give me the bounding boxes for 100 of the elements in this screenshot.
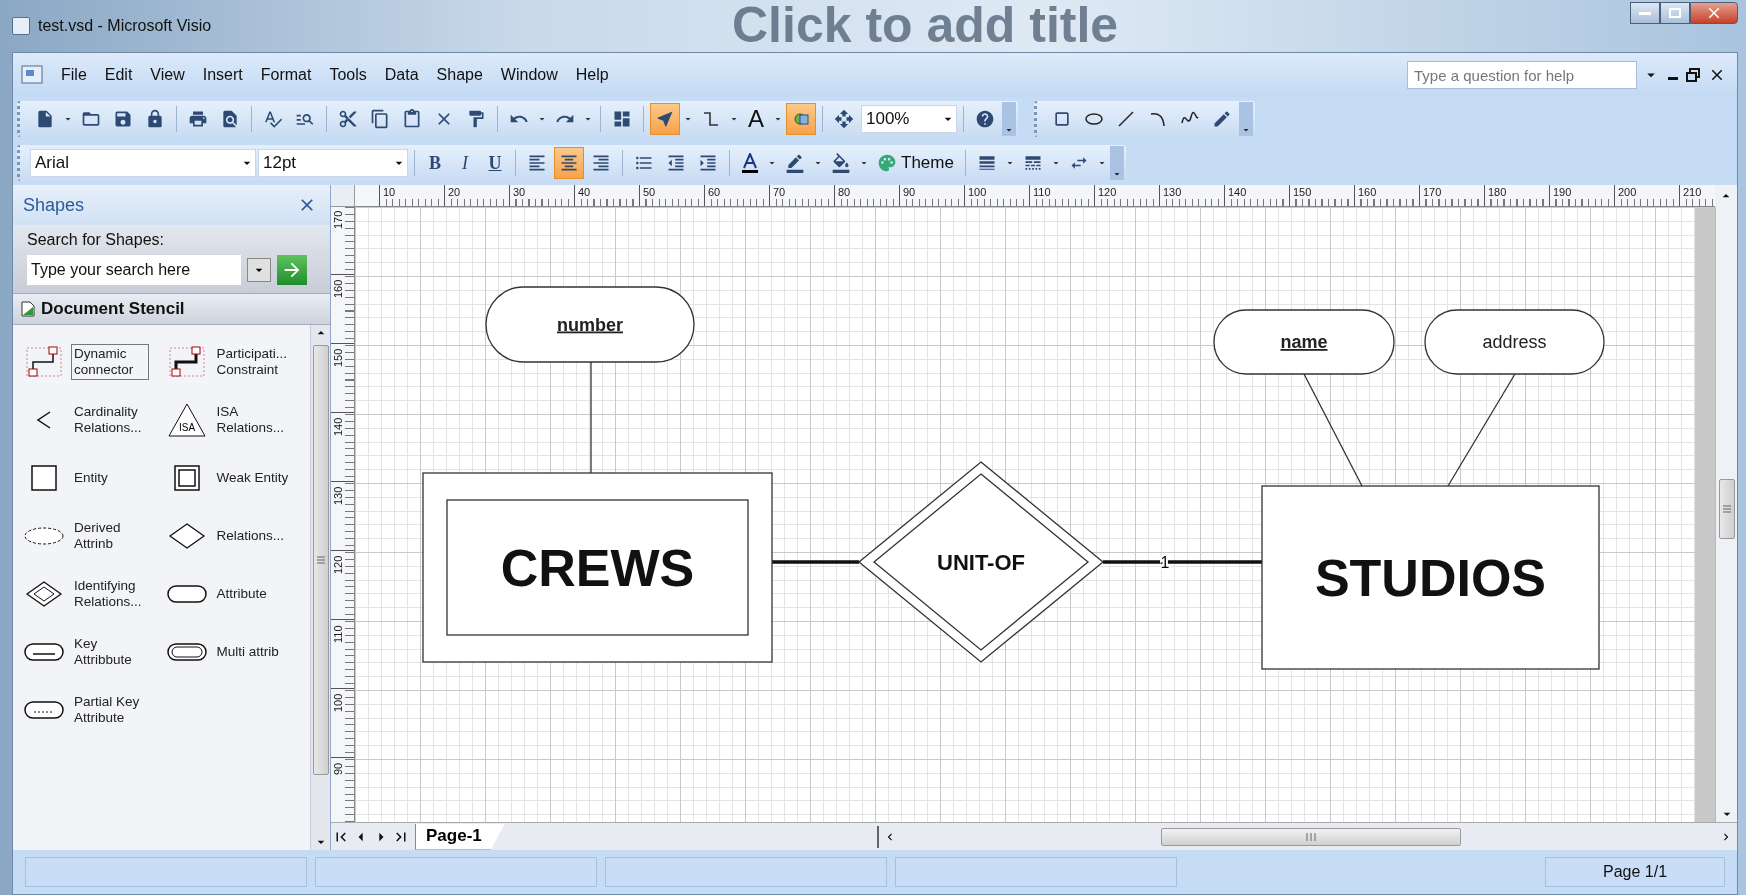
stencil-shape[interactable]: ISA Relations...	[213, 402, 292, 438]
palette-icon	[877, 153, 897, 173]
attribute-name: name	[1280, 332, 1328, 352]
ruler-label: 150	[331, 348, 345, 370]
search-field[interactable]: Type your search here	[27, 255, 241, 285]
ruler-label: 160	[331, 279, 345, 301]
ruler-label: 110	[331, 624, 345, 645]
ruler-label: 180	[1487, 185, 1508, 200]
stencil-shape[interactable]: Weak Entity	[213, 468, 292, 488]
menu-item[interactable]: Shape	[428, 62, 491, 88]
stencil-shape[interactable]: Relations...	[213, 526, 292, 546]
ruler-label: 70	[772, 185, 787, 200]
minimize-button[interactable]	[1630, 2, 1660, 24]
ruler-label: 50	[642, 185, 657, 200]
ruler-label: 150	[1292, 185, 1313, 200]
ruler-label: 200	[1617, 185, 1638, 200]
window-title: test.vsd - Microsoft Visio	[38, 17, 212, 35]
align-center-icon[interactable]	[554, 147, 584, 179]
stencil-shape[interactable]: Multi attrib	[213, 642, 292, 662]
text-tool-button[interactable]: A	[742, 103, 770, 135]
menu-item[interactable]: Insert	[194, 62, 251, 88]
font-field[interactable]: Arial	[30, 149, 256, 177]
grip-icon	[1306, 832, 1316, 841]
grip-icon	[316, 556, 325, 564]
minimize-icon	[1639, 11, 1651, 15]
stencil-shape[interactable]: Key Attribbute	[71, 634, 149, 670]
ruler-label: 140	[1227, 185, 1248, 200]
relationship-name: UNIT-OF	[937, 550, 1025, 575]
ruler-label: 190	[1552, 185, 1573, 200]
ruler-label: 90	[902, 185, 917, 200]
ruler-label: 30	[512, 185, 527, 200]
grip-icon	[1722, 504, 1731, 513]
attribute-name: number	[557, 314, 623, 335]
ruler-label: 100	[331, 693, 345, 715]
isa-label: ISA	[178, 422, 195, 433]
panel-title: Shapes	[23, 194, 85, 216]
stencil-shape[interactable]: Identifying Relations...	[71, 576, 149, 612]
stencil-shape[interactable]: Cardinality Relations...	[71, 402, 149, 438]
ruler-label: 120	[331, 555, 345, 577]
background-slide-title: Click to add title	[732, 0, 1119, 54]
connection-point-icon[interactable]	[786, 103, 816, 135]
ruler-label: 130	[1162, 185, 1183, 200]
stencil-shape[interactable]: Attribute	[213, 584, 292, 604]
menu-item[interactable]: Data	[376, 62, 427, 88]
underline-button[interactable]: U	[481, 147, 509, 179]
stencil-shape[interactable]: Dynamic connector	[71, 344, 149, 380]
app-icon	[12, 17, 30, 35]
pointer-icon[interactable]	[650, 103, 680, 135]
ruler-label: 110	[1032, 185, 1052, 200]
menu-item[interactable]: Edit	[96, 62, 141, 88]
entity-name: CREWS	[500, 538, 695, 597]
ruler-label: 130	[331, 486, 345, 508]
stencil-shape[interactable]: Entity	[71, 468, 149, 488]
go-button[interactable]	[277, 255, 307, 285]
document-icon[interactable]	[21, 65, 43, 85]
less-than-icon	[36, 410, 52, 430]
ruler-label: 80	[837, 185, 852, 200]
menu-item[interactable]: Window	[492, 62, 566, 88]
ruler-label: 40	[577, 185, 592, 200]
scrollbar[interactable]	[1715, 207, 1737, 822]
ruler-label: 140	[331, 417, 345, 439]
ruler-label: 100	[967, 185, 988, 200]
page-number-status: Page 1/1	[1545, 857, 1725, 887]
font-size-field[interactable]: 12pt	[258, 149, 408, 177]
stencil-icon	[21, 301, 35, 317]
ruler-label: 170	[1422, 185, 1443, 200]
page-tab[interactable]: Page-1	[415, 823, 505, 850]
ruler-label: 160	[1357, 185, 1378, 200]
stencil-shape[interactable]: Derived Attrinb	[71, 518, 149, 554]
stencil-shape[interactable]: Partial Key Attribute	[71, 692, 149, 728]
ruler-label: 90	[331, 762, 345, 778]
menu-item[interactable]: Tools	[321, 62, 375, 88]
scroll-thumb[interactable]	[1161, 827, 1461, 846]
cardinality-label: 1	[1160, 554, 1170, 571]
maximize-icon	[1669, 8, 1681, 18]
attribute-name: address	[1482, 332, 1547, 352]
scroll-thumb[interactable]	[312, 345, 329, 775]
menu-item[interactable]: View	[142, 62, 193, 88]
search-label: Search for Shapes:	[27, 231, 165, 249]
maximize-button[interactable]	[1660, 2, 1690, 24]
scroll-thumb[interactable]	[1718, 478, 1735, 539]
italic-button[interactable]: I	[451, 147, 479, 179]
ruler-label: 120	[1097, 185, 1118, 200]
menu-item[interactable]: Help	[567, 62, 617, 88]
zoom-field[interactable]: 100%	[861, 105, 957, 133]
theme-button[interactable]: Theme	[872, 147, 959, 179]
stencil-shape[interactable]: Participati... Constraint	[213, 344, 292, 380]
ruler-label: 170	[331, 210, 345, 232]
ruler-label: 60	[707, 185, 722, 200]
menu-item[interactable]: File	[53, 62, 95, 88]
scrollbar[interactable]	[310, 325, 330, 850]
entity-name: STUDIOS	[1314, 548, 1547, 607]
stencil-title: Document Stencil	[41, 299, 185, 319]
ruler-label: 20	[447, 185, 462, 200]
help-search-field[interactable]: Type a question for help	[1407, 61, 1637, 89]
bold-button[interactable]: B	[421, 147, 449, 179]
ruler-label: 10	[382, 185, 397, 200]
connector-shape-icon	[23, 344, 65, 380]
menu-item[interactable]: Format	[252, 62, 320, 88]
close-button[interactable]	[1690, 2, 1738, 24]
